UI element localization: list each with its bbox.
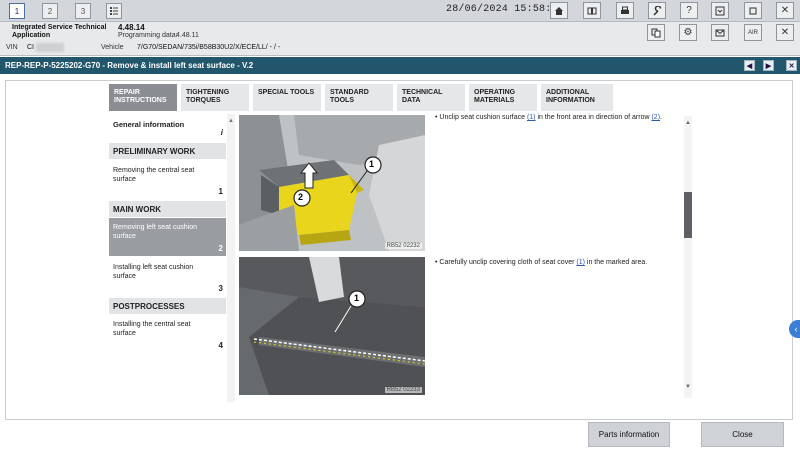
nav-label: Installing the central seat surface [113,321,191,337]
nav-number: 3 [218,284,223,293]
ref-link-1[interactable]: (1) [527,114,536,121]
app-name-line2: Application [12,32,51,39]
step-1-text-c: . [660,114,662,121]
nav-number: 1 [218,187,223,196]
datetime-display: 28/06/2024 15:58:21 [446,4,564,15]
session-tab-3[interactable]: 3 [75,3,91,19]
nav-label: Removing the central seat surface [113,167,195,183]
step-1-text-b: in the front area in direction of arrow [535,114,652,121]
callout-label-2: 2 [298,192,304,202]
nav-item-2[interactable]: Removing left seat cushion surface 2 [109,218,226,256]
image-code-2: RB52 02233 [384,387,422,393]
tab-additional-information[interactable]: Additional information [541,84,613,111]
next-icon[interactable]: ▶ [763,60,774,71]
wrench-icon[interactable] [648,2,666,19]
nav-label: General information [113,120,185,129]
list-icon[interactable] [106,3,122,19]
ref-link-2[interactable]: (2) [651,114,660,121]
nav-item-4[interactable]: Installing the central seat surface 4 [109,315,226,353]
nav-number: 4 [218,341,223,350]
programming-label: Programming data: [118,32,178,39]
session-tab-1[interactable]: 1 [9,3,25,19]
content-scrollbar[interactable]: ▲ ▼ [684,116,692,398]
close-app-icon[interactable]: ✕ [776,2,794,19]
close-doc-icon[interactable]: ✕ [786,60,797,71]
info-bar: Integrated Service Technical Application… [0,22,800,56]
top-toolbar: 1 2 3 28/06/2024 15:58:21 ? ✕ [0,0,800,22]
nav-scrollbar[interactable]: ▲ [227,114,235,402]
nav-general-information[interactable]: General information i [109,115,226,140]
book-icon[interactable] [583,2,601,19]
image-code: RB52 02232 [384,243,422,249]
illustration-seat-cushion: 1 2 RB52 02232 [239,115,425,251]
tab-standard-tools[interactable]: Standard tools [325,84,393,111]
help-icon[interactable]: ? [680,2,698,19]
callout-label-1: 1 [369,159,375,169]
vehicle-value: 7/G70/SEDAN/735i/B58B30U2/X/ECE/LL/ - / … [137,44,281,51]
parts-information-button[interactable]: Parts information [588,422,670,447]
home-icon[interactable] [550,2,568,19]
step-text-2: • Carefully unclip covering cloth of sea… [435,258,680,267]
nav-number: 2 [218,244,223,253]
tab-repair-instructions[interactable]: Repair instructions [109,84,177,111]
app-name-line1: Integrated Service Technical [12,24,107,31]
document-titlebar: REP-REP-P-5225202-G70 - Remove & install… [0,57,800,74]
close-vehicle-icon[interactable]: ✕ [776,24,794,41]
copy-icon[interactable] [647,24,665,41]
tab-tightening-torques[interactable]: Tightening torques [181,84,249,111]
step-text-1: • Unclip seat cushion surface (1) in the… [435,113,680,122]
tab-technical-data[interactable]: Technical data [397,84,465,111]
scroll-down-icon[interactable]: ▼ [685,384,691,390]
vehicle-label: Vehicle [101,44,124,51]
step-2-text-a: Carefully unclip covering cloth of seat … [439,259,577,266]
print-icon[interactable] [616,2,634,19]
vin-value: CI [27,44,34,51]
programming-value: 4.48.11 [176,32,199,39]
mail-icon[interactable] [711,24,729,41]
vin-label: VIN [6,44,18,51]
scroll-thumb[interactable] [684,192,692,238]
step-2-text-b: in the marked area. [584,259,648,266]
step-1-text-a: Unclip seat cushion surface [439,114,527,121]
nav-number: i [220,128,223,137]
illustration-seat-cover: 1 RB52 02233 [239,257,425,395]
nav-item-3[interactable]: Installing left seat cushion surface 3 [109,258,226,296]
nav-label: Installing left seat cushion surface [113,264,194,280]
section-preliminary-work: PRELIMINARY WORK [109,143,226,159]
scroll-up-icon[interactable]: ▲ [685,120,691,126]
section-postprocesses: POSTPROCESSES [109,298,226,314]
side-panel-handle[interactable]: ‹ [789,320,800,338]
tab-special-tools[interactable]: Special tools [253,84,321,111]
restore-icon[interactable] [744,2,762,19]
callout-label-1b: 1 [354,293,360,303]
ref-link-3[interactable]: (1) [576,259,585,266]
vin-redacted [36,43,64,52]
gear-icon[interactable]: ⚙ [679,24,697,41]
chevron-up-icon[interactable]: ▲ [228,118,234,124]
close-button[interactable]: Close [701,422,784,447]
prev-icon[interactable]: ◀ [744,60,755,71]
air-icon[interactable]: AIR [744,24,762,41]
minimize-icon[interactable] [711,2,729,19]
app-version: 4.48.14 [118,23,145,32]
document-title: REP-REP-P-5225202-G70 - Remove & install… [5,61,254,70]
nav-label: Removing left seat cushion surface [113,224,198,240]
nav-item-1[interactable]: Removing the central seat surface 1 [109,161,226,199]
section-main-work: MAIN WORK [109,201,226,217]
session-tab-2[interactable]: 2 [42,3,58,19]
tab-operating-materials[interactable]: Operating materials [469,84,537,111]
